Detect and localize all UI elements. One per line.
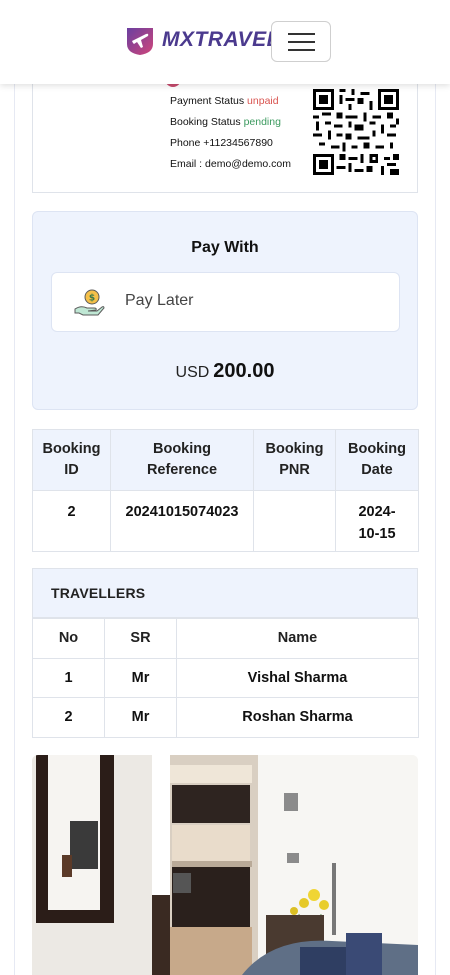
booking-reference-cell: 20241015074023	[110, 490, 254, 552]
header-name: Name	[176, 618, 419, 659]
payment-panel: Pay With $ Pay Later USD 200.00	[32, 211, 418, 410]
left-border	[14, 84, 15, 975]
pay-later-label: Pay Later	[125, 292, 194, 309]
brand-name: MXTRAVEL	[162, 28, 280, 51]
travellers-title: TRAVELLERS	[51, 585, 146, 601]
pay-later-option[interactable]: $ Pay Later	[51, 272, 400, 332]
table-row: 2 20241015074023 2024- 10-15	[32, 490, 419, 552]
travellers-table: No SR Name 1 Mr Vishal Sharma 2 Mr Rosha…	[32, 618, 419, 738]
logo-plane-icon	[127, 28, 153, 55]
table-header-row: Booking ID Booking Reference Booking PNR Bo…	[32, 429, 419, 491]
payment-status-value: unpaid	[247, 95, 279, 107]
traveller-name: Vishal Sharma	[176, 657, 419, 698]
traveller-name: Roshan Sharma	[176, 697, 419, 738]
svg-text:$: $	[89, 294, 95, 304]
phone-value: +11234567890	[203, 137, 273, 149]
qr-code-icon	[313, 89, 399, 175]
header-sr: SR	[104, 618, 177, 659]
currency-code: USD	[175, 364, 210, 381]
ticket-info-card: Payment Status unpaid Booking Status pen…	[32, 70, 418, 193]
hamburger-menu-button[interactable]	[271, 21, 331, 62]
header-booking-reference: Booking Reference	[110, 429, 254, 491]
phone: Phone +11234567890	[170, 137, 273, 149]
table-header-row: No SR Name	[32, 618, 419, 659]
header-booking-date: Booking Date	[335, 429, 419, 491]
traveller-no: 1	[32, 657, 105, 698]
booking-status-value: pending	[243, 116, 281, 128]
pay-with-title: Pay With	[191, 239, 259, 256]
traveller-no: 2	[32, 697, 105, 738]
pay-later-hand-coin-icon: $	[74, 289, 105, 316]
email-value: demo@demo.com	[205, 158, 291, 170]
amount-value: 200.00	[213, 360, 275, 382]
table-row: 2 Mr Roshan Sharma	[32, 697, 419, 738]
booking-status: Booking Status pending	[170, 116, 281, 128]
travellers-header: TRAVELLERS	[32, 568, 418, 618]
payment-status: Payment Status unpaid	[170, 95, 279, 107]
booking-pnr-cell	[253, 490, 336, 552]
header-booking-id: Booking ID	[32, 429, 111, 491]
table-row: 1 Mr Vishal Sharma	[32, 657, 419, 698]
traveller-sr: Mr	[104, 657, 177, 698]
top-navbar: MXTRAVEL	[0, 0, 450, 84]
hamburger-menu-icon	[288, 33, 315, 35]
brand-logo[interactable]: MXTRAVEL	[124, 24, 280, 56]
total-amount: USD 200.00	[33, 360, 417, 383]
email: Email : demo@demo.com	[170, 158, 291, 170]
header-booking-pnr: Booking PNR	[253, 429, 336, 491]
booking-id-cell: 2	[32, 490, 111, 552]
booking-date-cell: 2024- 10-15	[335, 490, 419, 552]
booking-details-table: Booking ID Booking Reference Booking PNR Bo…	[32, 429, 419, 552]
header-no: No	[32, 618, 105, 659]
hotel-room-photo	[32, 755, 418, 975]
room-interior-image	[32, 755, 418, 975]
traveller-sr: Mr	[104, 697, 177, 738]
right-border	[435, 84, 436, 975]
